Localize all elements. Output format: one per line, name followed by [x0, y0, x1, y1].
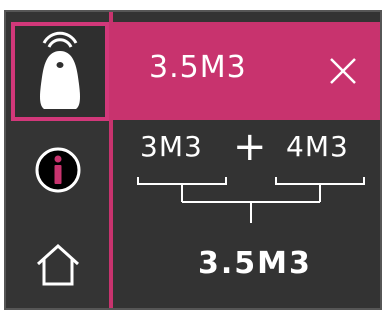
tool-icon [30, 27, 90, 117]
main-panel: 3.5M3 3M3 + 4M3 3.5M3 [113, 12, 380, 308]
result-header: 3.5M3 [113, 22, 380, 120]
sidebar-item-home[interactable] [6, 226, 109, 308]
sidebar [6, 12, 111, 308]
close-button[interactable] [328, 56, 358, 86]
result-value: 3.5M3 [198, 246, 312, 281]
plus-operator: + [233, 124, 267, 170]
operand-a: 3M3 [140, 130, 203, 163]
header-title: 3.5M3 [149, 50, 247, 85]
operand-b: 4M3 [286, 130, 349, 163]
close-icon [330, 58, 356, 84]
home-icon [34, 242, 82, 292]
screen: 3.5M3 3M3 + 4M3 3.5M3 [4, 10, 382, 310]
calculation-area: 3M3 + 4M3 3.5M3 [113, 120, 380, 308]
sidebar-item-info[interactable] [6, 130, 109, 214]
sidebar-item-tool[interactable] [11, 22, 109, 121]
device-frame: 3.5M3 3M3 + 4M3 3.5M3 [0, 0, 388, 314]
info-icon [33, 145, 83, 199]
